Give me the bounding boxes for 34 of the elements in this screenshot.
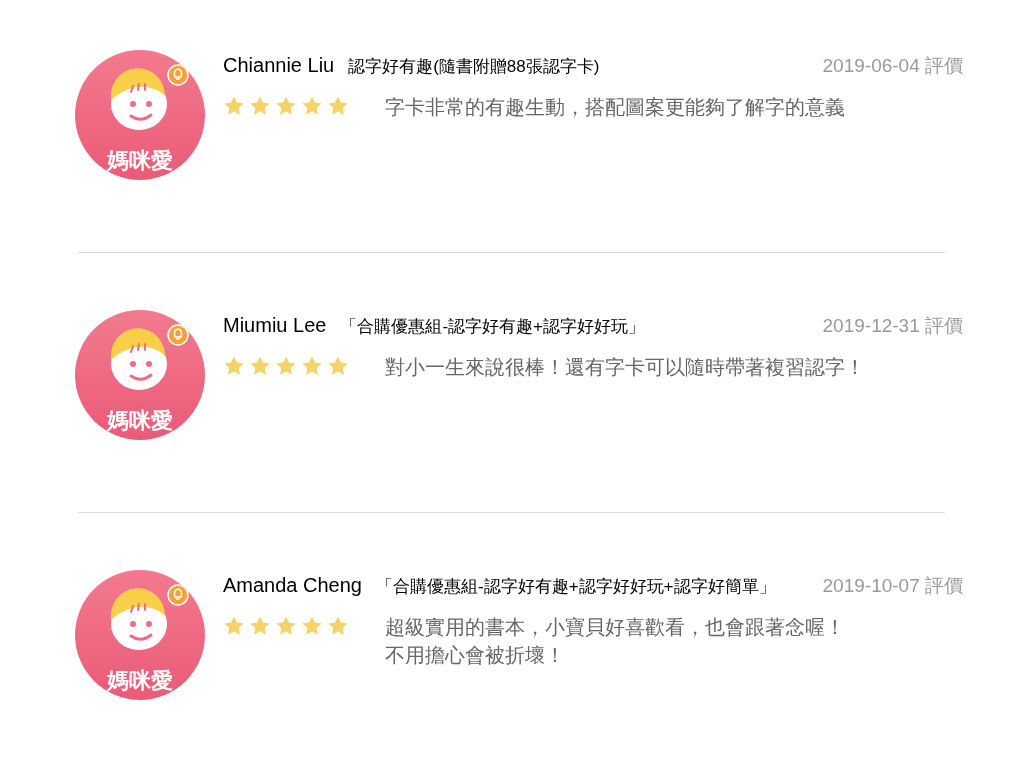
avatar-label: 媽咪愛 bbox=[106, 410, 174, 432]
lightbulb-icon bbox=[167, 324, 189, 346]
star-icon bbox=[223, 94, 245, 117]
star-icon bbox=[223, 614, 245, 637]
star-icon bbox=[275, 94, 297, 117]
star-icon bbox=[301, 354, 323, 377]
star-icon bbox=[327, 614, 349, 637]
review-date: 2019-12-31 評價 bbox=[822, 314, 963, 338]
star-icon bbox=[249, 354, 271, 377]
product-title: 「合購優惠組-認字好有趣+認字好好玩+認字好簡單」 bbox=[376, 576, 776, 598]
review-comment: 對小一生來說很棒！還有字卡可以隨時帶著複習認字！ bbox=[385, 354, 865, 380]
star-icon bbox=[249, 94, 271, 117]
review-date: 2019-10-07 評價 bbox=[822, 574, 963, 598]
star-icon bbox=[327, 354, 349, 377]
lightbulb-icon bbox=[167, 584, 189, 606]
star-icon bbox=[249, 614, 271, 637]
review-comment: 字卡非常的有趣生動，搭配圖案更能夠了解字的意義 bbox=[385, 94, 845, 120]
star-icon bbox=[301, 94, 323, 117]
star-icon bbox=[275, 614, 297, 637]
star-icon bbox=[301, 614, 323, 637]
review-date: 2019-06-04 評價 bbox=[822, 54, 963, 78]
reviewer-name: Miumiu Lee bbox=[223, 313, 327, 338]
product-title: 「合購優惠組-認字好有趣+認字好好玩」 bbox=[340, 316, 645, 338]
review-comment: 不用擔心會被折壞！ bbox=[385, 642, 566, 668]
reviewer-name: Chiannie Liu bbox=[223, 53, 335, 78]
reviewer-name: Amanda Cheng bbox=[223, 573, 362, 598]
lightbulb-icon bbox=[167, 64, 189, 86]
avatar-label: 媽咪愛 bbox=[106, 670, 174, 692]
avatar-label: 媽咪愛 bbox=[106, 150, 174, 172]
star-icon bbox=[223, 354, 245, 377]
star-icon bbox=[327, 94, 349, 117]
product-title: 認字好有趣(隨書附贈88張認字卡) bbox=[348, 56, 600, 78]
star-icon bbox=[275, 354, 297, 377]
review-comment: 超級實用的書本，小寶貝好喜歡看，也會跟著念喔！ bbox=[385, 614, 845, 640]
